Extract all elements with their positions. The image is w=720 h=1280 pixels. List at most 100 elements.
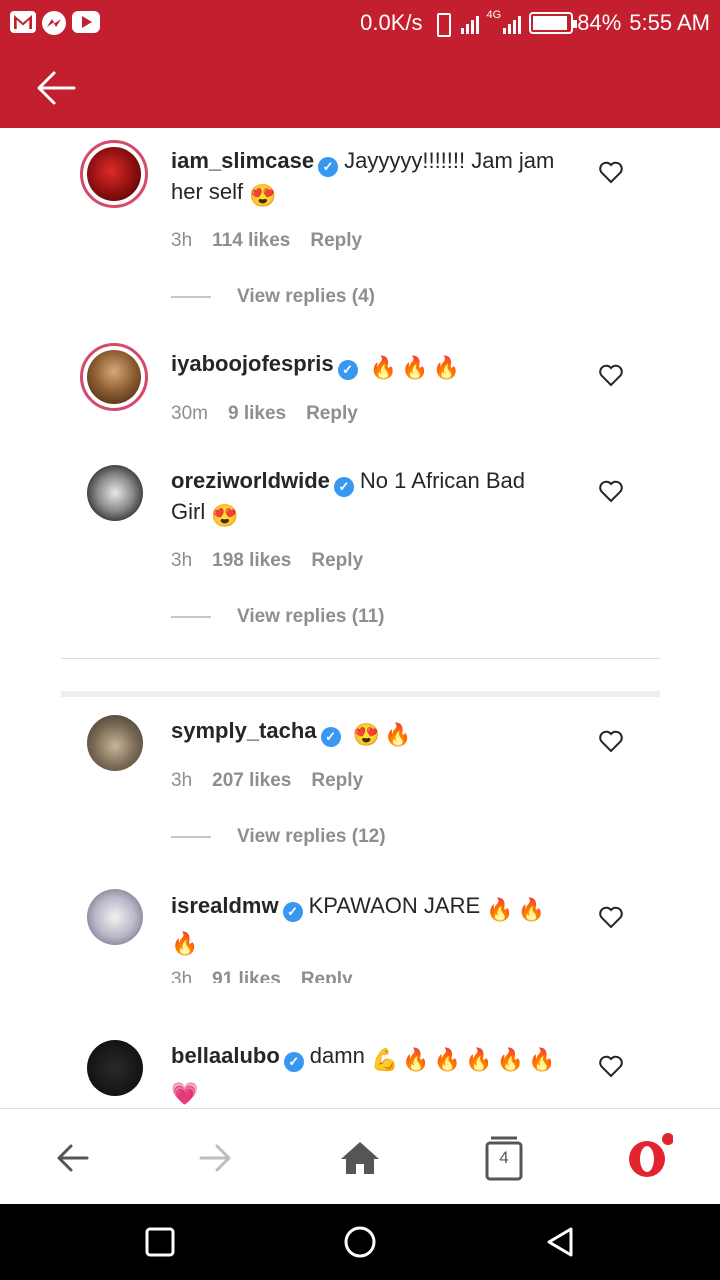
view-replies-button[interactable]: View replies (4) [171,286,375,308]
flexed-biceps-emoji-icon: 💪 [370,1047,399,1072]
avatar[interactable] [87,465,143,521]
divider-line [171,296,211,298]
fire-emoji-icon: 🔥 [528,1047,556,1072]
fire-emoji-icon: 🔥 [496,1047,524,1072]
avatar[interactable] [87,715,143,771]
status-bar: 0.0K/s 4G 84% 5:55 AM [0,0,720,48]
arrow-left-icon[interactable] [36,70,76,106]
avatar[interactable] [80,343,148,411]
reply-button[interactable]: Reply [311,550,363,572]
comment-meta: 30m 9 likes Reply [171,403,358,425]
reply-button[interactable]: Reply [306,403,358,425]
fire-emoji-icon: 🔥 [369,355,398,380]
comment-meta-clipped: 3h 91 likes Reply [171,969,431,983]
tabs-count: 4 [499,1148,509,1167]
comment-username[interactable]: isrealdmw [171,893,279,918]
comment-time: 30m [171,403,208,424]
gmail-notification-icon [10,11,36,33]
app-bar [0,48,720,128]
section-divider [61,658,660,659]
battery-level: 84% [577,10,622,35]
view-replies-label: View replies (4) [237,286,375,307]
battery-icon [529,12,578,34]
divider-line [171,616,211,618]
fire-emoji-icon: 🔥 [486,897,514,922]
comment-time: 3h [171,230,193,251]
back-triangle-icon[interactable] [542,1224,578,1260]
like-heart-icon[interactable] [598,905,624,929]
comment-body-2: her self [171,179,244,204]
comment-time: 3h [171,969,193,983]
pink-heart-emoji-icon: 💗 [171,1081,199,1106]
comment-text: isrealdmw ✓ KPAWAON JARE 🔥 🔥 🔥 [171,891,581,959]
emoji-heart-eyes-icon: 😍 [211,503,239,528]
browser-back-icon[interactable] [47,1133,97,1183]
clock: 5:55 AM [629,10,710,35]
reply-button[interactable]: Reply [310,230,362,252]
reply-button[interactable]: Reply [311,770,363,792]
comment-body: KPAWAON JARE [308,893,481,918]
fire-emoji-icon: 🔥 [432,355,460,380]
comment-text: oreziworldwide ✓ No 1 African Bad Girl 😍 [171,466,581,531]
avatar[interactable] [87,1040,143,1096]
like-heart-icon[interactable] [598,729,624,753]
like-heart-icon[interactable] [598,479,624,503]
view-replies-label: View replies (11) [237,606,385,627]
comment-username[interactable]: iyaboojofespris [171,351,334,376]
signal-icon-2 [503,12,522,34]
fire-emoji-icon: 🔥 [402,1047,430,1072]
fire-emoji-icon: 🔥 [384,722,412,747]
divider-line [171,836,211,838]
comment-body-2: Girl [171,499,206,524]
avatar[interactable] [87,889,143,945]
network-type: 4G [486,9,502,21]
recents-icon[interactable] [142,1224,178,1260]
verified-badge-icon: ✓ [337,360,358,380]
view-replies-button[interactable]: View replies (11) [171,606,385,628]
comment-text: bellaalubo ✓ damn 💪 🔥 🔥 🔥 🔥 🔥 💗 [171,1041,581,1108]
comment-body: damn [309,1043,365,1068]
home-circle-icon[interactable] [342,1224,378,1260]
verified-badge-icon: ✓ [283,1052,304,1072]
fire-emoji-icon: 🔥 [401,355,429,380]
verified-badge-icon: ✓ [333,477,354,497]
opera-logo-icon [629,1133,673,1177]
like-heart-icon[interactable] [598,160,624,184]
likes-count[interactable]: 114 likes [212,230,290,252]
youtube-notification-icon [72,11,100,33]
fire-emoji-icon: 🔥 [465,1047,493,1072]
comment-username[interactable]: bellaalubo [171,1043,280,1068]
net-speed: 0.0K/s [360,10,423,35]
likes-count[interactable]: 207 likes [212,770,291,792]
like-heart-icon[interactable] [598,1054,624,1078]
comment-text: iyaboojofespris ✓ 🔥 🔥 🔥 [171,349,581,383]
likes-count[interactable]: 91 likes [212,969,281,983]
comment-meta: 3h 91 likes Reply [171,969,353,983]
likes-count[interactable]: 198 likes [212,550,291,572]
tabs-button[interactable]: 4 [479,1133,529,1183]
browser-forward-icon[interactable] [191,1133,241,1183]
like-heart-icon[interactable] [598,363,624,387]
comment-body: Jayyyyy!!!!!!! Jam jam [344,148,555,173]
comment-body: No 1 African Bad [359,468,526,493]
verified-badge-icon: ✓ [282,902,303,922]
comments-list[interactable]: iam_slimcase ✓ Jayyyyy!!!!!!! Jam jam her … [0,128,720,1108]
likes-count[interactable]: 9 likes [228,403,286,425]
emoji-heart-eyes-icon: 😍 [352,722,381,747]
emoji-heart-eyes-icon: 😍 [249,183,277,208]
view-replies-button[interactable]: View replies (12) [171,826,386,848]
comment-username[interactable]: symply_tacha [171,718,317,743]
comment-username[interactable]: oreziworldwide [171,468,330,493]
comment-time: 3h [171,550,193,571]
comment-meta: 3h 198 likes Reply [171,550,363,572]
avatar[interactable] [80,140,148,208]
fire-emoji-icon: 🔥 [433,1047,462,1072]
home-icon[interactable] [335,1133,385,1183]
comment-username[interactable]: iam_slimcase [171,148,314,173]
comment-time: 3h [171,770,193,791]
fire-emoji-icon: 🔥 [517,897,546,922]
messenger-notification-icon [42,11,66,35]
reply-button[interactable]: Reply [301,969,353,983]
opera-menu-button[interactable] [623,1133,673,1183]
signal-icon [460,12,479,34]
